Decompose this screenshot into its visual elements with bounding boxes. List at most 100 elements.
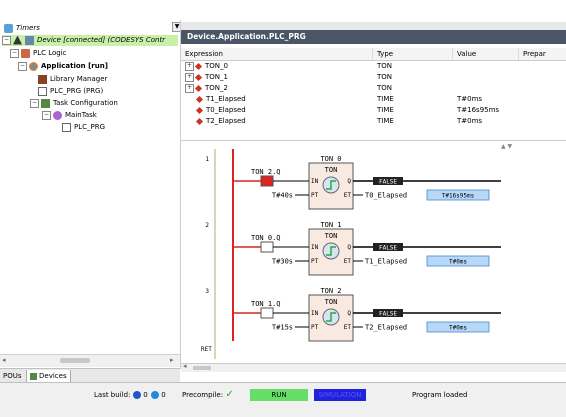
scroll-left-icon[interactable]: ◂ [183,362,187,370]
error-count[interactable]: 0 [133,389,148,401]
scrollbar-thumb[interactable] [60,358,90,363]
pin-et: ET [344,324,352,331]
q-state-value: FALSE [379,311,397,318]
application-gear-icon [29,61,38,71]
contact-label: TON_2.Q [251,168,281,176]
ladder-editor: ▲ ▼ RET 1 TON_2.Q TON_0 TON IN PT T#40s Q FALSE ET… [180,140,566,372]
watch-type-cell: TON [377,84,393,92]
pin-pt: PT [311,324,319,331]
column-value[interactable]: Value [453,48,519,60]
watch-type-cell: TIME [377,95,394,103]
scrollbar-thumb[interactable] [193,366,211,370]
tree-item-task-configuration[interactable]: − Task Configuration [30,98,118,109]
column-type[interactable]: Type [373,48,453,60]
fb-instance-name: TON_2 [320,287,341,295]
collapse-icon[interactable]: − [42,110,51,120]
variable-icon [195,117,204,125]
tree-item-library-manager[interactable]: Library Manager [38,74,107,85]
watch-type-cell: TON [377,62,393,70]
tree-item-device[interactable]: − Device [connected] (CODESYS Contr [2,35,178,46]
tree-item-plc-logic[interactable]: − PLC Logic [10,48,67,59]
watch-row[interactable]: T0_Elapsed TIME T#16s95ms [181,105,566,116]
ladder-horizontal-scrollbar[interactable]: ◂ [181,362,566,372]
contact-symbol[interactable] [260,241,274,253]
variable-icon [194,73,203,81]
watch-row[interactable]: + TON_0 TON [181,61,566,72]
program-icon [38,86,47,96]
error-icon [133,391,141,399]
contact-label: TON_1.Q [251,300,281,308]
watch-row[interactable]: T1_Elapsed TIME T#0ms [181,94,566,105]
q-state-value: FALSE [379,179,397,186]
expand-icon[interactable]: + [185,83,194,93]
tree-item-main-task[interactable]: − MainTask [42,110,97,121]
tree-item-application[interactable]: − Application [run] [18,61,108,72]
pin-pt: PT [311,258,319,265]
scroll-left-icon[interactable]: ◂ [2,356,6,364]
tree-horizontal-scrollbar[interactable]: ◂ ▸ [0,354,180,367]
watch-value-cell [453,72,519,83]
et-value: T#16s95ms [442,193,475,200]
expand-icon[interactable]: + [185,72,194,82]
panel-tabs: POUs Devices [0,368,180,383]
watch-type-cell: TIME [377,117,394,125]
warning-count[interactable]: 0 [151,389,166,401]
collapse-icon[interactable]: − [10,48,19,58]
watch-value-cell [453,83,519,94]
pin-in: IN [311,310,319,317]
contact-label: TON_0.Q [251,234,281,242]
rung-number: 2 [205,222,209,229]
ret-label: RET [201,346,212,353]
task-config-icon [41,98,50,108]
tree-item-timers[interactable]: Timers [4,23,40,34]
library-icon [38,74,47,84]
variable-icon [195,95,204,103]
variable-icon [195,106,204,114]
watch-type-cell: TIME [377,106,394,114]
column-prepared[interactable]: Prepar [519,48,566,60]
watch-title: Device.Application.PLC_PRG [181,30,566,44]
collapse-icon[interactable]: − [30,98,39,108]
rung-number: 1 [205,156,209,163]
tab-pous[interactable]: POUs [0,370,25,382]
et-variable: T2_Elapsed [365,324,407,332]
fb-instance-name: TON_0 [320,155,341,163]
program-call-icon [62,122,71,132]
rung-number: 3 [205,288,209,295]
device-icon [25,35,34,45]
expand-icon[interactable]: + [185,61,194,71]
watch-row[interactable]: + TON_2 TON [181,83,566,94]
et-variable: T1_Elapsed [365,258,407,266]
tree-item-plc-prg-call[interactable]: PLC_PRG [62,122,105,133]
watch-header: Expression Type Value Prepar [181,48,566,61]
scroll-right-icon[interactable]: ▸ [170,356,174,364]
et-value: T#0ms [449,259,467,266]
variable-icon [194,84,203,92]
watch-row[interactable]: T2_Elapsed TIME T#0ms [181,116,566,127]
watch-expression-cell: + TON_0 [185,61,228,71]
precompile-label: Precompile: ✓ [182,389,234,400]
contact-symbol[interactable] [260,175,274,187]
run-status-badge: RUN [250,389,308,401]
devices-icon [30,372,37,380]
tree-item-plc-prg[interactable]: PLC_PRG (PRG) [38,86,103,97]
device-tree-panel: Timers − Device [connected] (CODESYS Cont… [0,20,181,368]
pt-value: T#15s [272,324,293,332]
column-expression[interactable]: Expression [181,48,373,60]
collapse-icon[interactable]: − [2,35,11,45]
collapse-icon[interactable]: − [18,61,27,71]
fb-type-label: TON [325,232,338,240]
pin-et: ET [344,192,352,199]
watch-expression-cell: T2_Elapsed [181,116,373,127]
pt-value: T#30s [272,258,293,266]
status-bar: Last build: 0 0 Precompile: ✓ RUN SIMULA… [0,382,566,417]
watch-expression-cell: T0_Elapsed [181,105,373,116]
watch-value-cell [453,61,519,72]
pt-value: T#40s [272,192,293,200]
et-variable: T0_Elapsed [365,192,407,200]
watch-value-cell: T#0ms [457,95,483,103]
watch-expression-cell: + TON_2 [185,83,228,93]
watch-row[interactable]: + TON_1 TON [181,72,566,83]
warning-triangle-icon [13,35,22,45]
contact-symbol[interactable] [260,307,274,319]
